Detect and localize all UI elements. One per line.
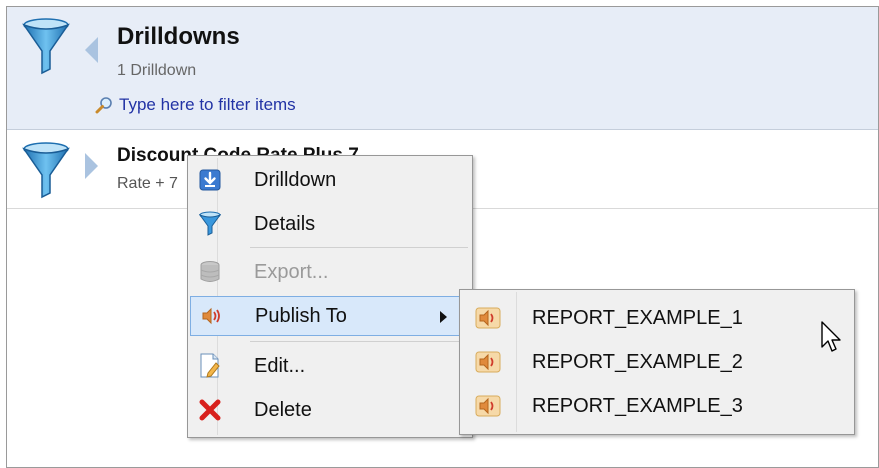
speaker-icon (474, 348, 502, 376)
menu-item-label: Delete (254, 398, 312, 421)
submenu-item-report-1[interactable]: REPORT_EXAMPLE_1 (462, 296, 852, 340)
funnel-icon (21, 17, 71, 82)
menu-item-drilldown[interactable]: Drilldown (190, 160, 470, 200)
speaker-icon (474, 304, 502, 332)
submenu-item-label: REPORT_EXAMPLE_2 (532, 350, 743, 373)
filter-placeholder: Type here to filter items (119, 95, 296, 114)
database-icon (196, 258, 224, 286)
menu-item-label: Drilldown (254, 168, 337, 191)
menu-item-details[interactable]: Details (190, 204, 470, 244)
mouse-cursor-icon (821, 321, 843, 358)
submenu-item-report-2[interactable]: REPORT_EXAMPLE_2 (462, 340, 852, 384)
context-menu: Drilldown Details Export... Publish To E… (187, 155, 473, 438)
search-icon (95, 96, 113, 114)
speaker-icon (474, 392, 502, 420)
drilldowns-panel: Drilldowns 1 Drilldown Type here to filt… (6, 6, 879, 468)
list-item-subtitle: Rate + 7 (117, 175, 178, 192)
chevron-right-icon[interactable] (85, 153, 98, 179)
publish-to-submenu: REPORT_EXAMPLE_1 REPORT_EXAMPLE_2 REPORT… (459, 289, 855, 435)
menu-divider (250, 341, 468, 342)
funnel-icon (196, 210, 224, 238)
menu-item-edit[interactable]: Edit... (190, 346, 470, 386)
edit-document-icon (196, 352, 224, 380)
menu-item-label: Edit... (254, 354, 306, 377)
menu-item-label: Details (254, 212, 316, 235)
page-title: Drilldowns (117, 23, 240, 50)
chevron-left-icon[interactable] (85, 37, 98, 63)
funnel-icon (21, 141, 71, 206)
panel-header: Drilldowns 1 Drilldown Type here to filt… (7, 7, 878, 130)
menu-item-label: Export... (254, 260, 329, 283)
filter-input[interactable]: Type here to filter items (95, 95, 296, 115)
menu-item-export: Export... (190, 252, 470, 292)
submenu-item-report-3[interactable]: REPORT_EXAMPLE_3 (462, 384, 852, 428)
submenu-arrow-icon (440, 311, 447, 323)
menu-item-delete[interactable]: Delete (190, 390, 470, 430)
menu-item-label: Publish To (255, 304, 347, 327)
speaker-icon (197, 302, 225, 330)
item-count: 1 Drilldown (117, 62, 197, 79)
red-x-icon (196, 396, 224, 424)
submenu-item-label: REPORT_EXAMPLE_1 (532, 306, 743, 329)
download-arrow-icon (196, 166, 224, 194)
menu-divider (250, 247, 468, 248)
menu-item-publish-to[interactable]: Publish To (190, 296, 470, 336)
submenu-item-label: REPORT_EXAMPLE_3 (532, 394, 743, 417)
